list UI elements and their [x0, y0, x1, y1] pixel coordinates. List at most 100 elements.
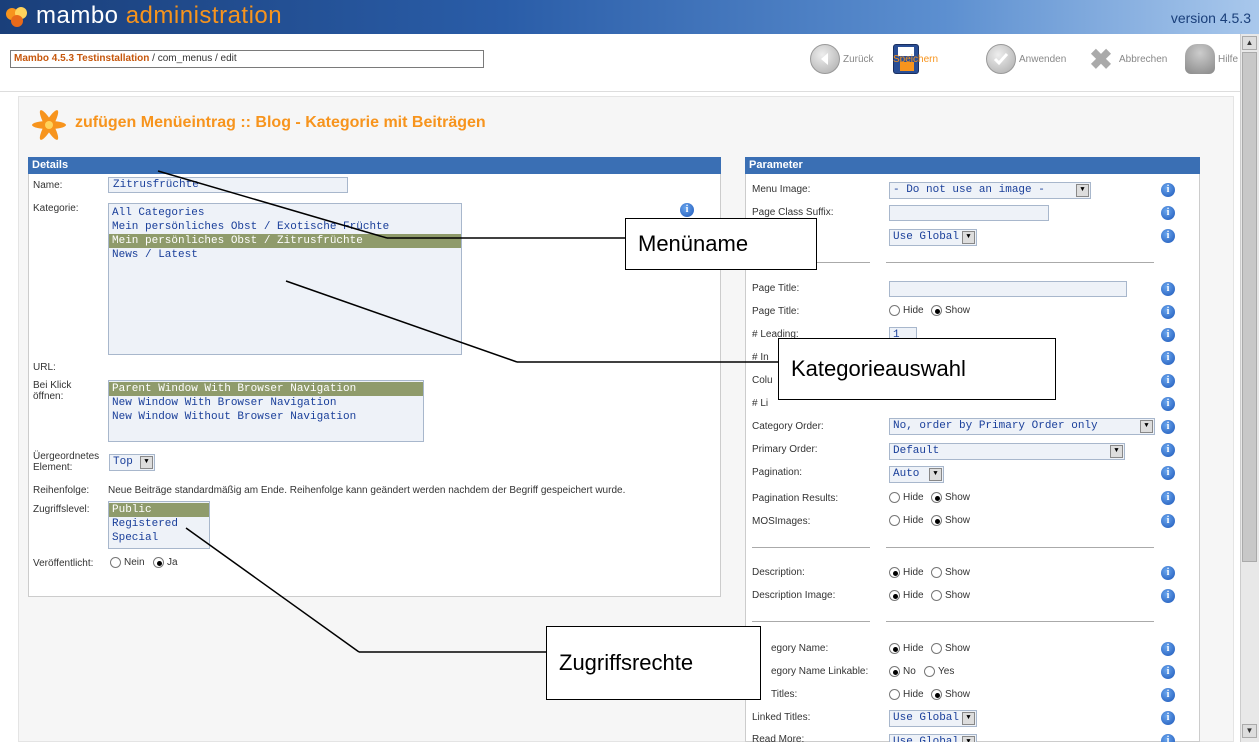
info-icon[interactable]: i: [1161, 183, 1175, 197]
page-title-show-radio[interactable]: Show: [931, 305, 970, 316]
mosimages-hide-radio[interactable]: Hide: [889, 515, 924, 526]
category-name-hide-radio[interactable]: Hide: [889, 643, 924, 654]
name-field[interactable]: Zitrusfrüchte: [108, 177, 348, 193]
app-header: mambo administration version 4.5.3: [0, 0, 1259, 34]
page: mambo administration version 4.5.3 Mambo…: [0, 0, 1259, 742]
info-icon[interactable]: i: [1161, 566, 1175, 580]
category-linkable-no-radio[interactable]: No: [889, 666, 916, 677]
intro-label: # In: [752, 352, 769, 363]
list-option[interactable]: Mein persönliches Obst / Zitrusfrüchte: [109, 234, 461, 248]
open-target-listbox[interactable]: Parent Window With Browser Navigation New…: [108, 380, 424, 442]
page-title-field[interactable]: [889, 281, 1127, 297]
list-option[interactable]: Special: [109, 531, 209, 545]
info-icon[interactable]: i: [1161, 589, 1175, 603]
pagination-results-hide-radio[interactable]: Hide: [889, 492, 924, 503]
read-more-label: Read More:: [752, 734, 805, 742]
scroll-thumb[interactable]: [1242, 52, 1257, 562]
parameter-header: Parameter: [745, 157, 1200, 174]
chevron-down-icon: ▼: [1140, 420, 1153, 433]
category-name-label: egory Name:: [771, 643, 829, 654]
page-title-hide-radio[interactable]: Hide: [889, 305, 924, 316]
info-icon[interactable]: i: [1161, 206, 1175, 220]
pagination-select[interactable]: Auto ▼: [889, 466, 944, 483]
titles-hide-radio[interactable]: Hide: [889, 689, 924, 700]
access-level-listbox[interactable]: Public Registered Special: [108, 501, 210, 549]
info-icon[interactable]: i: [1161, 328, 1175, 342]
breadcrumb: Mambo 4.5.3 Testinstallation / com_menus…: [10, 50, 484, 68]
description-hide-radio[interactable]: Hide: [889, 567, 924, 578]
help-person-icon: [1185, 44, 1215, 74]
category-listbox[interactable]: All Categories Mein persönliches Obst / E…: [108, 203, 462, 355]
description-image-show-radio[interactable]: Show: [931, 590, 970, 601]
use-global-select[interactable]: Use Global ▼: [889, 229, 977, 246]
info-icon[interactable]: i: [1161, 305, 1175, 319]
separator: [886, 547, 1154, 548]
info-icon[interactable]: i: [1161, 642, 1175, 656]
list-option[interactable]: News / Latest: [109, 248, 461, 262]
titles-show-radio[interactable]: Show: [931, 689, 970, 700]
back-button[interactable]: Zurück: [810, 44, 874, 74]
published-yes-radio[interactable]: Ja: [153, 557, 178, 568]
apply-button[interactable]: Anwenden: [986, 44, 1066, 74]
mosimages-label: MOSImages:: [752, 516, 811, 527]
cancel-button[interactable]: ✖ Abbrechen: [1086, 44, 1167, 75]
info-icon[interactable]: i: [680, 203, 694, 217]
scroll-down-arrow-icon[interactable]: ▼: [1242, 724, 1257, 738]
category-linkable-yes-radio[interactable]: Yes: [924, 666, 954, 677]
scroll-up-arrow-icon[interactable]: ▲: [1242, 36, 1257, 50]
site-name: Mambo 4.5.3 Testinstallation: [14, 53, 150, 64]
chevron-down-icon: ▼: [929, 468, 942, 481]
back-arrow-icon: [810, 44, 840, 74]
separator: [752, 547, 870, 548]
save-button[interactable]: Speichern: [893, 44, 938, 74]
click-label: Bei Klick öffnen:: [33, 380, 72, 402]
info-icon[interactable]: i: [1161, 443, 1175, 457]
info-icon[interactable]: i: [1161, 374, 1175, 388]
chevron-down-icon: ▼: [1076, 184, 1089, 197]
info-icon[interactable]: i: [1161, 351, 1175, 365]
list-option[interactable]: All Categories: [109, 206, 461, 220]
pagination-label: Pagination:: [752, 467, 803, 478]
list-option[interactable]: New Window Without Browser Navigation: [109, 410, 423, 424]
info-icon[interactable]: i: [1161, 734, 1175, 742]
page-title-toggle-label: Page Title:: [752, 306, 800, 317]
info-icon[interactable]: i: [1161, 282, 1175, 296]
info-icon[interactable]: i: [1161, 466, 1175, 480]
info-icon[interactable]: i: [1161, 514, 1175, 528]
menu-star-icon: [30, 108, 68, 142]
checkmark-icon: [986, 44, 1016, 74]
callout-kategorieauswahl: Kategorieauswahl: [778, 338, 1056, 400]
info-icon[interactable]: i: [1161, 688, 1175, 702]
primary-order-select[interactable]: Default ▼: [889, 443, 1125, 460]
name-label: Name:: [33, 180, 63, 191]
info-icon[interactable]: i: [1161, 491, 1175, 505]
info-icon[interactable]: i: [1161, 420, 1175, 434]
info-icon[interactable]: i: [1161, 665, 1175, 679]
list-option[interactable]: New Window With Browser Navigation: [109, 396, 423, 410]
mosimages-show-radio[interactable]: Show: [931, 515, 970, 526]
page-class-suffix-field[interactable]: [889, 205, 1049, 221]
linked-titles-select[interactable]: Use Global ▼: [889, 710, 977, 727]
list-option[interactable]: Parent Window With Browser Navigation: [109, 382, 423, 396]
parent-select[interactable]: Top ▼: [109, 454, 155, 471]
list-option[interactable]: Mein persönliches Obst / Exotische Früch…: [109, 220, 461, 234]
read-more-select[interactable]: Use Global ▼: [889, 734, 977, 742]
info-icon[interactable]: i: [1161, 397, 1175, 411]
help-button[interactable]: Hilfe: [1185, 44, 1238, 74]
app-logo-text: mambo administration: [36, 2, 283, 29]
published-no-radio[interactable]: Nein: [110, 557, 145, 568]
category-name-show-radio[interactable]: Show: [931, 643, 970, 654]
description-image-hide-radio[interactable]: Hide: [889, 590, 924, 601]
pagination-results-show-radio[interactable]: Show: [931, 492, 970, 503]
list-option[interactable]: Public: [109, 503, 209, 517]
info-icon[interactable]: i: [1161, 711, 1175, 725]
primary-order-label: Primary Order:: [752, 444, 818, 455]
category-order-select[interactable]: No, order by Primary Order only ▼: [889, 418, 1155, 435]
info-icon[interactable]: i: [1161, 229, 1175, 243]
description-show-radio[interactable]: Show: [931, 567, 970, 578]
breadcrumb-path: / com_menus / edit: [149, 53, 237, 64]
page-title-label: Page Title:: [752, 283, 800, 294]
menu-image-select[interactable]: - Do not use an image - ▼: [889, 182, 1091, 199]
list-option[interactable]: Registered: [109, 517, 209, 531]
chevron-down-icon: ▼: [962, 712, 975, 725]
